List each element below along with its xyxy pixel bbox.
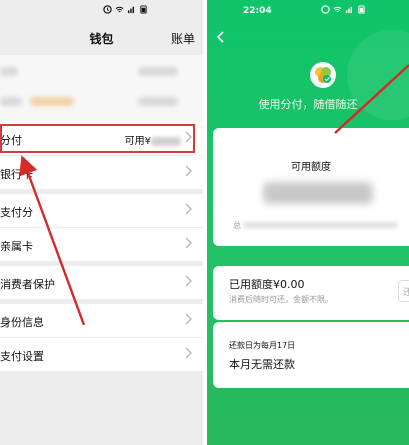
blurred-label — [0, 67, 18, 76]
total-credit-prefix: 总 — [233, 221, 241, 230]
wifi-icon — [115, 6, 124, 13]
used-subtitle: 消费后随时可还，金额不限。 — [229, 295, 333, 304]
wallet-screen: 钱包 账单 分付 可用¥ 银行卡 支付分 亲属卡 消费者保护 身份信息 支付设置 — [0, 0, 203, 445]
alarm-icon — [321, 5, 330, 14]
repay-button[interactable]: 还 — [398, 280, 409, 302]
slogan: 使用分付，随借随还 — [258, 98, 358, 111]
status-time: 22:04 — [243, 6, 272, 16]
chevron-right-icon — [185, 347, 192, 359]
row-pay-settings[interactable]: 支付设置 — [0, 338, 203, 371]
repay-day: 还款日为每月17日 — [229, 341, 296, 350]
chevron-right-icon — [185, 237, 192, 249]
wifi-icon — [333, 6, 342, 13]
row-qinshuka[interactable]: 亲属卡 — [0, 228, 203, 261]
row-label: 支付设置 — [0, 350, 44, 363]
bill-link[interactable]: 账单 — [171, 30, 195, 47]
status-icons — [321, 5, 366, 14]
blurred-credit-amount — [263, 182, 373, 204]
blurred-label — [0, 97, 22, 106]
wechat-pay-logo-icon — [310, 62, 336, 88]
signal-icon — [127, 6, 135, 14]
highlight-box — [0, 124, 195, 153]
status-bar: 22:04 — [207, 0, 409, 22]
battery-icon — [358, 5, 365, 14]
status-icons — [103, 5, 148, 14]
row-consumer-protection[interactable]: 消费者保护 — [0, 266, 203, 299]
battery-icon — [140, 5, 147, 14]
repay-status: 本月无需还款 — [229, 358, 295, 371]
row-label: 消费者保护 — [0, 278, 55, 291]
credit-card: 可用额度 总 — [213, 128, 409, 246]
fenfu-screen: 22:04 使用分付，随借随还 可用额度 总 已用额度¥0.00 消费后随时可还… — [207, 0, 409, 445]
wallet-navbar: 钱包 账单 — [0, 22, 203, 52]
repay-info-card: 还款日为每月17日 本月无需还款 — [213, 322, 409, 388]
used-amount: 已用额度¥0.00 — [229, 278, 305, 291]
blurred-value — [138, 97, 178, 106]
row-label: 亲属卡 — [0, 240, 33, 253]
row-identity[interactable]: 身份信息 — [0, 304, 203, 337]
blurred-value — [138, 67, 178, 76]
row-label: 银行卡 — [0, 168, 33, 181]
credit-title: 可用额度 — [291, 162, 331, 173]
signal-icon — [345, 6, 353, 14]
used-credit-card: 已用额度¥0.00 消费后随时可还，金额不限。 还 — [213, 266, 409, 320]
blurred-badge — [30, 97, 74, 106]
row-zhifufen[interactable]: 支付分 — [0, 194, 203, 227]
status-bar — [0, 0, 203, 22]
chevron-right-icon — [185, 165, 192, 177]
row-label: 身份信息 — [0, 316, 44, 329]
back-arrow-icon[interactable] — [215, 30, 227, 44]
chevron-right-icon — [185, 275, 192, 287]
row-bankcard[interactable]: 银行卡 — [0, 156, 203, 189]
blurred-total-credit — [243, 222, 398, 228]
alarm-icon — [103, 5, 112, 14]
row-label: 支付分 — [0, 206, 33, 219]
chevron-right-icon — [185, 203, 192, 215]
blurred-balance-section — [0, 55, 203, 127]
chevron-right-icon — [185, 313, 192, 325]
